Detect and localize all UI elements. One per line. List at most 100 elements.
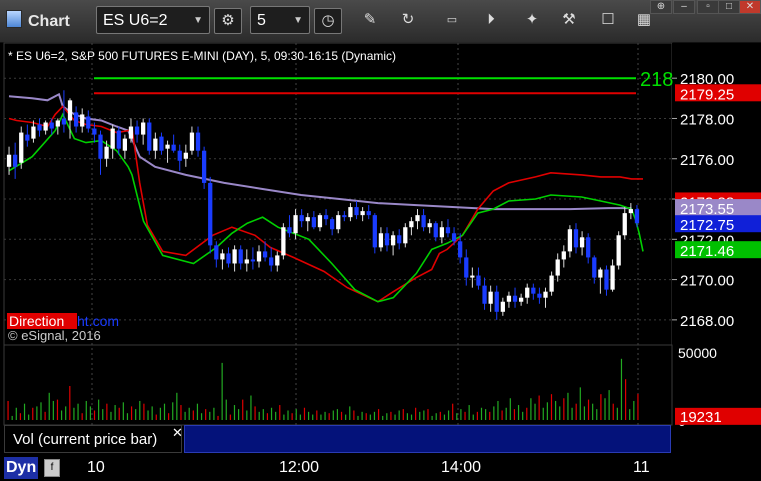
price-pane xyxy=(3,42,673,346)
candle-body xyxy=(360,211,365,216)
candle-body xyxy=(403,227,408,244)
price-chart[interactable]: 218 50000019231 2180.002178.002176.00217… xyxy=(0,0,761,481)
candle-body xyxy=(262,251,268,258)
candle-body xyxy=(208,182,213,246)
candle-body xyxy=(122,138,128,151)
candle-body xyxy=(275,255,280,266)
candle-body xyxy=(476,275,481,286)
candle-body xyxy=(531,287,536,294)
candle-body xyxy=(177,150,182,161)
candle-body xyxy=(201,150,207,183)
price-label: 2171.46 xyxy=(680,243,734,260)
candle-body xyxy=(171,144,176,151)
chart-title: * ES U6=2, S&P 500 FUTURES E-MINI (DAY),… xyxy=(8,49,396,63)
candle-body xyxy=(488,291,493,304)
candle-body xyxy=(67,100,73,121)
close-icon[interactable]: ✕ xyxy=(172,425,183,441)
candle-body xyxy=(305,217,310,222)
candle-body xyxy=(421,215,426,228)
green-level-label: 218 xyxy=(640,69,673,91)
price-label: 2172.75 xyxy=(680,217,734,234)
bottom-axis: Dyn f 10 12:00 14:00 11 xyxy=(0,455,761,481)
candle-body xyxy=(86,116,91,129)
candle-body xyxy=(244,259,249,264)
candle-body xyxy=(55,120,60,127)
candle-body xyxy=(311,217,316,228)
candle-body xyxy=(573,229,579,248)
candle-body xyxy=(586,237,591,258)
candle-body xyxy=(116,130,121,149)
x-tick: 10 xyxy=(87,459,105,476)
candle-body xyxy=(80,114,85,127)
candle-body xyxy=(470,275,475,278)
candle-body xyxy=(226,253,231,264)
candle-body xyxy=(13,154,18,167)
candle-body xyxy=(232,249,237,264)
candle-body xyxy=(610,265,615,290)
candle-body xyxy=(214,245,219,260)
candle-body xyxy=(348,207,353,218)
candle-body xyxy=(153,138,158,151)
candle-body xyxy=(628,209,633,214)
y-tick-label: 2170.00 xyxy=(680,273,734,290)
watermark-blue: ht.com xyxy=(77,313,119,329)
x-tick: 11 xyxy=(633,459,650,476)
dyn-button[interactable]: Dyn xyxy=(4,457,39,479)
candle-body xyxy=(445,227,451,234)
candle-body xyxy=(518,297,524,302)
candle-body xyxy=(256,251,262,262)
candle-body xyxy=(98,134,103,159)
y-tick-label: 2168.00 xyxy=(680,313,734,330)
candle-body xyxy=(634,209,640,224)
candle-body xyxy=(147,122,152,151)
candle-body xyxy=(567,229,573,252)
candle-body xyxy=(6,154,12,167)
candle-body xyxy=(287,227,292,234)
candle-body xyxy=(250,259,256,262)
candle-body xyxy=(512,295,518,302)
volume-indicator-name[interactable]: Vol (current price bar) xyxy=(4,425,182,453)
candle-body xyxy=(92,128,97,135)
candle-body xyxy=(336,215,341,230)
candle-body xyxy=(183,152,188,159)
candle-body xyxy=(238,249,243,264)
candle-body xyxy=(195,132,201,151)
candle-body xyxy=(598,269,603,278)
candle-body xyxy=(415,215,420,222)
candle-body xyxy=(293,215,298,234)
candle-body xyxy=(592,257,597,278)
candle-body xyxy=(500,301,505,312)
candle-body xyxy=(189,132,195,151)
price-label: 2179.25 xyxy=(680,86,734,103)
candle-body xyxy=(390,235,396,246)
candle-body xyxy=(622,213,627,236)
candle-body xyxy=(378,233,384,248)
watermark-red: Direction xyxy=(9,313,64,329)
candle-body xyxy=(141,122,146,135)
copyright: © eSignal, 2016 xyxy=(8,328,101,343)
volume-indicator-bar: Vol (current price bar) ✕ xyxy=(4,425,671,453)
candle-body xyxy=(317,215,323,228)
candle-body xyxy=(73,112,79,127)
candle-body xyxy=(579,237,585,248)
candle-body xyxy=(269,257,274,266)
volume-last-label: 19231 xyxy=(680,409,722,426)
candle-body xyxy=(104,146,109,159)
candle-body xyxy=(299,215,304,222)
x-tick: 14:00 xyxy=(441,459,482,476)
candle-body xyxy=(397,235,402,244)
candle-body xyxy=(543,291,548,298)
candle-body xyxy=(366,211,371,216)
candle-body xyxy=(525,287,530,298)
candle-body xyxy=(31,126,36,139)
candle-body xyxy=(19,132,24,163)
candle-body xyxy=(439,227,445,238)
fib-icon[interactable]: f xyxy=(44,459,60,477)
candle-body xyxy=(451,233,457,242)
candle-body xyxy=(482,285,487,304)
candle-body xyxy=(561,251,566,260)
candle-body xyxy=(555,259,560,276)
candle-body xyxy=(25,134,30,141)
y-tick-label: 2178.00 xyxy=(680,111,734,128)
chart-window: Chart ES U6=2 ▼ ⚙ 5 ▼ ◷ ✎ ↻ ▭ ⏵ ✦ ⚒ ☐ ▦ ⊕ … xyxy=(0,0,761,481)
